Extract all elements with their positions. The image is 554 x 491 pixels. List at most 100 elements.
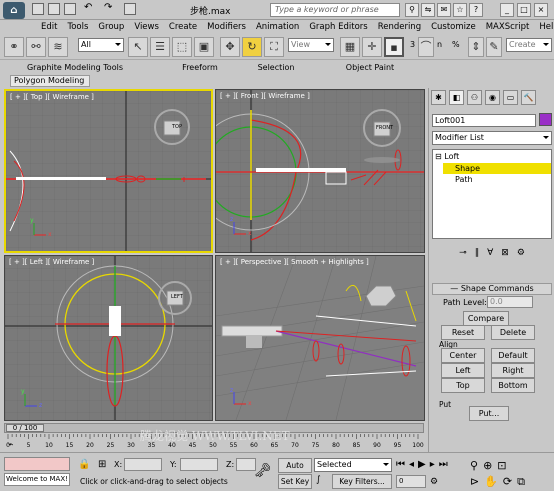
viewcube-left-face[interactable]: LEFT <box>171 294 183 300</box>
tab-freeform[interactable]: Freeform <box>170 62 230 74</box>
align-top-button[interactable]: Top <box>441 378 485 393</box>
viewcube-top-face[interactable]: TOP <box>172 124 182 130</box>
configure-modifier-sets-icon[interactable]: ⚙ <box>517 248 525 262</box>
selection-filter-dropdown[interactable]: All <box>78 38 124 52</box>
mini-curve-editor-icon[interactable]: ⌁ <box>8 440 28 452</box>
select-move-icon[interactable]: ✥ <box>220 37 240 57</box>
maxscript-listener-top[interactable] <box>4 457 70 471</box>
percent-snap-toggle[interactable]: % <box>452 40 460 49</box>
menu-group[interactable]: Group <box>93 20 129 34</box>
minimize-icon[interactable]: _ <box>500 3 514 17</box>
remove-modifier-icon[interactable]: ⊠ <box>501 248 509 262</box>
menu-help[interactable]: Help <box>534 20 554 34</box>
pivot-center-icon[interactable]: ▦ <box>340 37 360 57</box>
angle-snap-toggle[interactable]: n <box>437 40 442 49</box>
zoom-icon[interactable]: ⚲ <box>470 459 478 472</box>
select-scale-icon[interactable]: ⛶ <box>264 37 284 57</box>
display-tab-icon[interactable]: ▭ <box>503 90 518 105</box>
search-icon[interactable]: ⚲ <box>405 3 419 17</box>
viewcube-front-face[interactable]: FRONT <box>376 125 393 131</box>
menu-create[interactable]: Create <box>164 20 202 34</box>
spinner-snap-icon[interactable]: ⇕ <box>468 37 484 57</box>
current-frame-field[interactable]: 0 <box>396 475 426 488</box>
make-unique-icon[interactable]: ∀ <box>487 248 493 262</box>
menu-edit[interactable]: Edit <box>36 20 62 34</box>
redo-icon[interactable]: ↷ <box>104 3 116 15</box>
set-key-button[interactable]: Set Key <box>278 474 312 489</box>
delete-button[interactable]: Delete <box>491 325 535 340</box>
x-coordinate-field[interactable] <box>124 458 162 471</box>
select-by-name-icon[interactable]: ☰ <box>150 37 170 57</box>
object-color-swatch[interactable] <box>539 113 552 126</box>
absolute-mode-icon[interactable]: ⊞ <box>98 459 106 470</box>
snap-3-toggle[interactable]: 3 <box>410 40 415 49</box>
align-bottom-button[interactable]: Bottom <box>491 378 535 393</box>
select-rotate-icon[interactable]: ↻ <box>242 37 262 57</box>
save-file-icon[interactable] <box>64 3 76 15</box>
key-curve-icon[interactable]: ∫ <box>316 475 321 485</box>
menu-rendering[interactable]: Rendering <box>373 20 426 34</box>
next-frame-icon[interactable]: ▸ <box>430 459 435 470</box>
select-manipulate-icon[interactable]: ✛ <box>362 37 382 57</box>
pin-stack-icon[interactable]: ⊸ <box>459 248 467 262</box>
stack-item-path[interactable]: Path <box>455 175 473 184</box>
app-logo-icon[interactable]: ⌂ <box>3 2 25 19</box>
search-input[interactable]: Type a keyword or phrase <box>270 3 400 17</box>
path-level-input[interactable]: 0.0 <box>487 296 533 308</box>
menu-tools[interactable]: Tools <box>62 20 93 34</box>
align-right-button[interactable]: Right <box>491 363 535 378</box>
snaps-toggle-icon[interactable]: ⌒ <box>418 37 434 57</box>
shape-commands-rollout[interactable]: — Shape Commands <box>432 283 552 295</box>
menu-animation[interactable]: Animation <box>251 20 304 34</box>
reset-button[interactable]: Reset <box>441 325 485 340</box>
close-icon[interactable]: × <box>534 3 548 17</box>
tab-graphite-modeling-tools[interactable]: Graphite Modeling Tools <box>20 62 130 74</box>
motion-tab-icon[interactable]: ◉ <box>485 90 500 105</box>
hierarchy-tab-icon[interactable]: ⚇ <box>467 90 482 105</box>
go-to-end-icon[interactable]: ⏭ <box>439 459 448 470</box>
help-icon[interactable]: ? <box>469 3 483 17</box>
key-selection-dropdown[interactable]: Selected <box>314 458 392 472</box>
object-name-field[interactable]: Loft001 <box>432 114 536 127</box>
favorites-icon[interactable]: ☆ <box>453 3 467 17</box>
link-icon[interactable]: ⚭ <box>4 37 24 57</box>
align-left-button[interactable]: Left <box>441 363 485 378</box>
hold-icon[interactable] <box>124 3 136 15</box>
play-icon[interactable]: ▶ <box>418 459 426 470</box>
viewport-perspective[interactable]: [ + ][ Perspective ][ Smooth + Highlight… <box>215 255 425 421</box>
maximize-icon[interactable]: □ <box>517 3 531 17</box>
orbit-icon[interactable]: ⟳ <box>503 475 512 489</box>
modify-tab-icon[interactable]: ◧ <box>449 90 464 105</box>
selection-lock-icon[interactable]: 🔒 <box>78 459 90 470</box>
menu-customize[interactable]: Customize <box>426 20 481 34</box>
menu-views[interactable]: Views <box>129 20 164 34</box>
viewport-front[interactable]: [ + ][ Front ][ Wireframe ] FRONT x z <box>215 89 425 253</box>
key-filters-button[interactable]: Key Filters... <box>332 474 392 489</box>
modifier-list-dropdown[interactable]: Modifier List <box>432 131 552 145</box>
zoom-extents-icon[interactable]: ⊡ <box>497 459 506 472</box>
put-button[interactable]: Put... <box>469 406 509 421</box>
window-crossing-icon[interactable]: ▣ <box>194 37 214 57</box>
pan-icon[interactable]: ✋ <box>484 475 498 489</box>
viewport-left-label[interactable]: [ + ][ Left ][ Wireframe ] <box>9 258 94 266</box>
subtab-polygon-modeling[interactable]: Polygon Modeling <box>10 75 90 87</box>
menu-maxscript[interactable]: MAXScript <box>481 20 535 34</box>
subscription-icon[interactable]: ⇋ <box>421 3 435 17</box>
unlink-icon[interactable]: ⚯ <box>26 37 46 57</box>
field-of-view-icon[interactable]: ⊳ <box>470 475 479 489</box>
create-tab-icon[interactable]: ✱ <box>431 90 446 105</box>
utilities-tab-icon[interactable]: 🔨 <box>521 90 536 105</box>
time-config-icon[interactable]: ⚙ <box>430 477 438 487</box>
compare-button[interactable]: Compare <box>463 311 509 326</box>
undo-icon[interactable]: ↶ <box>84 3 96 15</box>
menu-graph-editors[interactable]: Graph Editors <box>304 20 372 34</box>
maxscript-listener-bottom[interactable]: Welcome to MAX! <box>4 473 70 486</box>
communication-icon[interactable]: ✉ <box>437 3 451 17</box>
tab-object-paint[interactable]: Object Paint <box>330 62 410 74</box>
viewport-top[interactable]: [ + ][ Top ][ Wireframe ] TOP x y <box>4 89 213 253</box>
viewport-top-label[interactable]: [ + ][ Top ][ Wireframe ] <box>10 93 94 101</box>
select-object-icon[interactable]: ↖ <box>128 37 148 57</box>
open-file-icon[interactable] <box>48 3 60 15</box>
show-end-result-icon[interactable]: ∥ <box>475 248 480 262</box>
stack-item-shape[interactable]: Shape <box>443 163 551 174</box>
